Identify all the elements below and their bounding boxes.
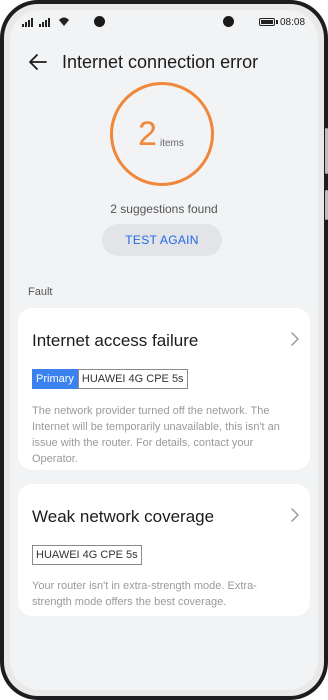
camera-icon (223, 16, 234, 27)
test-again-button[interactable]: TEST AGAIN (102, 224, 222, 256)
device-tag: HUAWEI 4G CPE 5s (32, 545, 142, 565)
screen: 08:08 Internet connection error 2 items … (10, 10, 318, 690)
fault-description: Your router isn't in extra-strength mode… (32, 580, 257, 608)
device-tags: Primary HUAWEI 4G CPE 5s (32, 369, 188, 389)
battery-icon (259, 18, 275, 26)
suggestions-count: 2 suggestions found (110, 202, 218, 216)
cellular-signal-icon (22, 18, 50, 27)
page-header: Internet connection error (10, 44, 318, 80)
phone-frame: 08:08 Internet connection error 2 items … (0, 0, 328, 700)
primary-tag: Primary (32, 369, 78, 389)
battery-tip (276, 20, 278, 24)
page-title: Internet connection error (62, 52, 259, 72)
issue-count: 2 (138, 115, 157, 153)
camera-icon (94, 16, 105, 27)
fault-description: The network provider turned off the netw… (32, 405, 280, 465)
section-label-fault: Fault (28, 286, 53, 298)
back-arrow-icon[interactable] (26, 50, 50, 74)
device-tags: HUAWEI 4G CPE 5s (32, 545, 142, 565)
fault-card-internet-access[interactable]: Internet access failure Primary HUAWEI 4… (18, 308, 310, 470)
status-bar: 08:08 (10, 10, 318, 36)
issue-count-ring (110, 82, 214, 186)
wifi-icon (59, 17, 69, 26)
status-time: 08:08 (280, 17, 306, 28)
chevron-right-icon[interactable] (290, 332, 300, 346)
device-tag: HUAWEI 4G CPE 5s (77, 369, 188, 389)
issue-count-unit: items (160, 138, 184, 149)
chevron-right-icon[interactable] (290, 508, 300, 522)
fault-title: Weak network coverage (32, 507, 215, 526)
fault-card-weak-coverage[interactable]: Weak network coverage HUAWEI 4G CPE 5s Y… (18, 484, 310, 616)
fault-title: Internet access failure (32, 331, 199, 350)
